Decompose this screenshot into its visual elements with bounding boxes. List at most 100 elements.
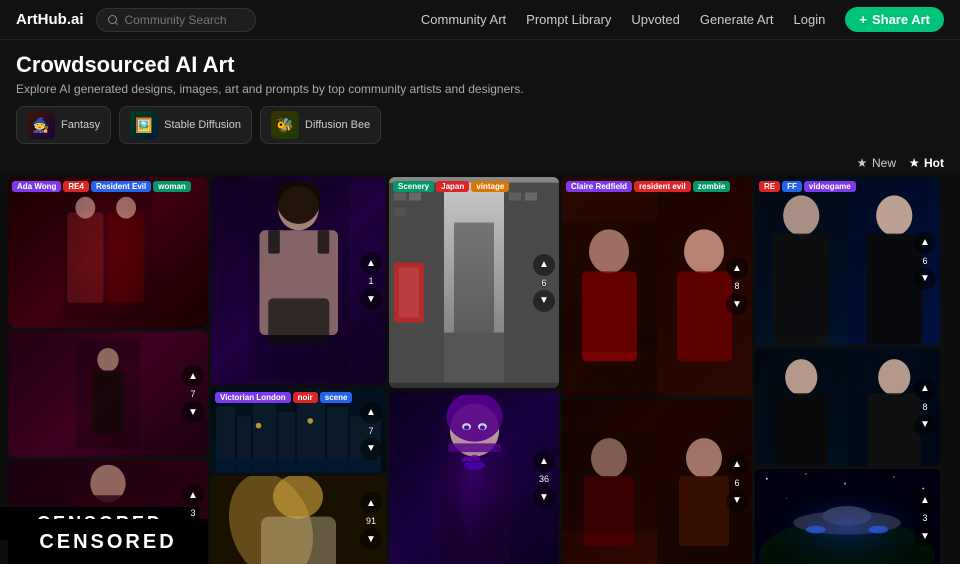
search-bar[interactable] <box>96 8 256 32</box>
downvote-game2[interactable]: ▼ <box>914 414 936 436</box>
card-blonde[interactable]: ▲ 91 ▼ <box>211 476 386 564</box>
header-left: ArtHub.ai <box>16 8 256 32</box>
header: ArtHub.ai Community Art Prompt Library U… <box>0 0 960 40</box>
tag-vintage: vintage <box>471 181 509 192</box>
card-lingerie[interactable]: ▲ 1 ▼ <box>211 177 386 385</box>
filter-fantasy[interactable]: 🧙 Fantasy <box>16 106 111 144</box>
vote-up-count-censored: 3 <box>190 508 195 518</box>
downvote-blonde[interactable]: ▼ <box>360 528 382 550</box>
upvote-game2[interactable]: ▲ <box>914 378 936 400</box>
nav-community-art[interactable]: Community Art <box>421 12 506 27</box>
upvote-victorian[interactable]: ▲ <box>360 402 382 424</box>
upvote-lingerie[interactable]: ▲ <box>360 252 382 274</box>
downvote-button[interactable]: ▼ <box>182 401 204 423</box>
diffusion-bee-label: Diffusion Bee <box>305 119 370 131</box>
card-victorian[interactable]: Victorian London noir scene ▲ 7 ▼ <box>211 388 386 473</box>
gallery-column-2: ▲ 1 ▼ Victorian <box>211 177 386 564</box>
hero-section: Crowdsourced AI Art Explore AI generated… <box>0 40 960 152</box>
gallery-column-1: Ada Wong RE4 Resident Evil woman <box>8 177 208 564</box>
downvote-lingerie[interactable]: ▼ <box>360 288 382 310</box>
vote-controls: ▲ 7 ▼ <box>182 365 204 423</box>
card-ada-solo[interactable]: ▲ 7 ▼ <box>8 331 208 457</box>
tag-scenery: Scenery <box>393 181 434 192</box>
search-icon <box>107 14 119 26</box>
victorian-tags: Victorian London noir scene <box>215 392 352 403</box>
gallery-column-4: Claire Redfield resident evil zombie ▲ 8… <box>562 177 752 564</box>
downvote-game[interactable]: ▼ <box>914 268 936 290</box>
downvote-space[interactable]: ▼ <box>914 525 936 547</box>
diffusion-bee-thumb: 🐝 <box>271 111 299 139</box>
vote-count-game: 6 <box>922 256 927 266</box>
vote-controls-lingerie: ▲ 1 ▼ <box>360 252 382 310</box>
vote-count-victorian: 7 <box>368 426 373 436</box>
sort-new-button[interactable]: New <box>856 156 896 170</box>
vote-game: ▲ 6 ▼ <box>914 232 936 290</box>
stable-diffusion-label: Stable Diffusion <box>164 119 241 131</box>
share-art-button[interactable]: + Share Art <box>845 7 944 32</box>
tag-noir: noir <box>293 392 318 403</box>
tag-scene: scene <box>320 392 353 403</box>
tag-victorian: Victorian London <box>215 392 291 403</box>
downvote-zombie[interactable]: ▼ <box>726 490 748 512</box>
vote-count-zombie: 6 <box>734 478 739 488</box>
vote-count-lingerie: 1 <box>368 276 373 286</box>
search-input[interactable] <box>125 13 245 27</box>
vote-space: ▲ 3 ▼ <box>914 489 936 547</box>
vote-victorian: ▲ 7 ▼ <box>360 402 382 460</box>
card-game-chars[interactable]: RE FF videogame ▲ 6 ▼ <box>755 177 940 345</box>
downvote-purple[interactable]: ▼ <box>533 486 555 508</box>
downvote-victorian[interactable]: ▼ <box>360 438 382 460</box>
card-tags: Ada Wong RE4 Resident Evil woman <box>12 181 191 192</box>
vote-game2: ▲ 8 ▼ <box>914 378 936 436</box>
upvote-zombie[interactable]: ▲ <box>726 454 748 476</box>
vote-count-claire: 8 <box>734 281 739 291</box>
upvote-claire[interactable]: ▲ <box>726 257 748 279</box>
upvote-space[interactable]: ▲ <box>914 489 936 511</box>
filter-diffusion-bee[interactable]: 🐝 Diffusion Bee <box>260 106 381 144</box>
vote-count-game2: 8 <box>922 402 927 412</box>
card-claire-multi[interactable]: Claire Redfield resident evil zombie ▲ 8… <box>562 177 752 396</box>
upvote-purple[interactable]: ▲ <box>533 450 555 472</box>
sort-hot-button[interactable]: Hot <box>908 156 944 170</box>
login-button[interactable]: Login <box>794 12 826 27</box>
tag-videogame: videogame <box>804 181 856 192</box>
upvote-blonde[interactable]: ▲ <box>360 492 382 514</box>
stable-diffusion-thumb: 🖼️ <box>130 111 158 139</box>
nav-generate-art[interactable]: Generate Art <box>700 12 774 27</box>
nav-upvoted[interactable]: Upvoted <box>631 12 679 27</box>
tag-ada-wong: Ada Wong <box>12 181 61 192</box>
card-japan-alley[interactable]: Scenery Japan vintage ▲ 6 ▼ <box>389 177 559 388</box>
card-purple-hair[interactable]: ▲ 36 ▼ <box>389 391 559 564</box>
japan-tags: Scenery Japan vintage <box>393 181 509 192</box>
upvote-button[interactable]: ▲ <box>182 365 204 387</box>
tag-japan: Japan <box>436 181 469 192</box>
claire-tags: Claire Redfield resident evil zombie <box>566 181 730 192</box>
censored-overlay: CENSORED <box>8 519 208 564</box>
header-nav: Community Art Prompt Library Upvoted Gen… <box>421 7 944 32</box>
tag-zombie: zombie <box>693 181 731 192</box>
gallery-column-5: RE FF videogame ▲ 6 ▼ <box>755 177 940 564</box>
card-game-chars-2[interactable]: ▲ 8 ▼ <box>755 348 940 467</box>
downvote-claire[interactable]: ▼ <box>726 293 748 315</box>
card-zombie-action[interactable]: ▲ 6 ▼ <box>562 399 752 564</box>
nav-prompt-library[interactable]: Prompt Library <box>526 12 611 27</box>
downvote-japan[interactable]: ▼ <box>533 290 555 312</box>
sort-bar: New Hot <box>0 152 960 174</box>
tag-resident-evil2: resident evil <box>634 181 691 192</box>
upvote-japan[interactable]: ▲ <box>533 254 555 276</box>
upvote-game[interactable]: ▲ <box>914 232 936 254</box>
vote-blonde: ▲ 91 ▼ <box>360 492 382 550</box>
logo: ArtHub.ai <box>16 11 84 28</box>
card-ada-wong[interactable]: Ada Wong RE4 Resident Evil woman <box>8 177 208 328</box>
tag-resident-evil: Resident Evil <box>91 181 151 192</box>
tag-ff: FF <box>782 181 802 192</box>
fantasy-label: Fantasy <box>61 119 100 131</box>
filter-stable-diffusion[interactable]: 🖼️ Stable Diffusion <box>119 106 252 144</box>
vote-count-japan: 6 <box>541 278 546 288</box>
vote-japan: ▲ 6 ▼ <box>533 254 555 312</box>
upvote-button-censored[interactable]: ▲ <box>182 484 204 506</box>
tag-woman: woman <box>153 181 191 192</box>
card-spaceship[interactable]: ▲ 3 ▼ <box>755 469 940 564</box>
gallery-column-3: Scenery Japan vintage ▲ 6 ▼ <box>389 177 559 564</box>
star-icon <box>908 157 920 169</box>
